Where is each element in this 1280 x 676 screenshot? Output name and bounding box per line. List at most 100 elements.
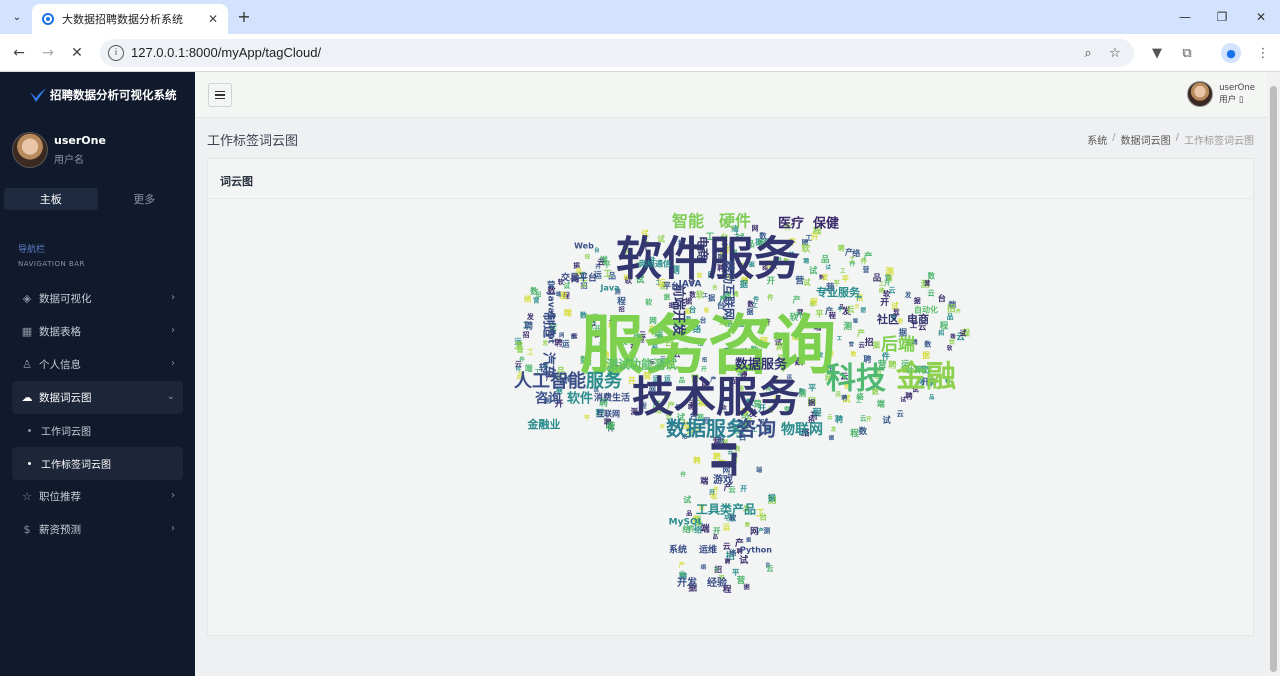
wordcloud-filler-glyph: 招 bbox=[938, 329, 944, 337]
site-info-icon[interactable]: i bbox=[108, 45, 124, 61]
sidebar-item-label: 薪资预测 bbox=[39, 524, 81, 536]
avatar[interactable] bbox=[1187, 81, 1214, 107]
sidebar-item-personal-info[interactable]: ♙ 个人信息 › bbox=[12, 348, 183, 381]
nav-header-title: 导航栏 bbox=[18, 245, 46, 255]
wordcloud-word: JAVA bbox=[677, 280, 701, 290]
breadcrumb-item[interactable]: 数据词云图 bbox=[1121, 132, 1171, 147]
stop-loading-button[interactable]: ✕ bbox=[66, 42, 88, 64]
top-bar: userOne 用户 ▯ bbox=[195, 72, 1267, 118]
wordcloud-word: 消费生活 bbox=[594, 392, 630, 404]
wordcloud-filler-glyph: 产 bbox=[793, 294, 801, 304]
wordcloud-word: 汽车 bbox=[541, 352, 557, 378]
tab-search-button[interactable]: ⌄ bbox=[6, 6, 28, 28]
wordcloud-filler-glyph: 平 bbox=[808, 383, 816, 393]
scroll-thumb[interactable] bbox=[1270, 86, 1277, 672]
tab-main[interactable]: 主板 bbox=[4, 188, 98, 210]
wordcloud-filler-glyph: 试 bbox=[683, 495, 691, 505]
minimize-button[interactable]: — bbox=[1174, 6, 1196, 28]
wordcloud-filler-glyph: 据 bbox=[829, 434, 835, 442]
wordcloud-filler-glyph: 据 bbox=[708, 294, 716, 303]
wordcloud-filler-glyph: 数 bbox=[530, 286, 539, 296]
wordcloud-filler-glyph: 产 bbox=[857, 328, 865, 338]
card-title: 词云图 bbox=[220, 175, 253, 188]
brand[interactable]: 招聘数据分析可视化系统 bbox=[0, 72, 195, 118]
wordcloud-filler-glyph: 产 bbox=[864, 250, 873, 262]
back-button[interactable]: ← bbox=[8, 42, 30, 64]
wordcloud-filler-glyph: 发 bbox=[830, 425, 837, 433]
sidebar-item-job-recommend[interactable]: ☆ 职位推荐 › bbox=[12, 480, 183, 513]
url-text[interactable]: 127.0.0.1:8000/myApp/tagCloud/ bbox=[131, 45, 321, 60]
top-username: userOne bbox=[1219, 83, 1255, 93]
sidebar-user-role: 用户名 bbox=[54, 155, 84, 166]
chevron-right-icon: › bbox=[171, 358, 175, 369]
breadcrumb-item[interactable]: 系统 bbox=[1087, 132, 1107, 147]
chevron-right-icon: › bbox=[171, 325, 175, 336]
profile-icon[interactable]: ● bbox=[1221, 43, 1241, 63]
wordcloud-filler-glyph: 件 bbox=[767, 292, 774, 301]
browser-menu-icon[interactable]: ⋮ bbox=[1252, 42, 1274, 64]
nav-header-subtitle: NAVIGATION BAR bbox=[18, 260, 85, 268]
wordcloud-filler-glyph: 聘 bbox=[725, 557, 731, 565]
top-user-menu[interactable]: userOne 用户 ▯ bbox=[1187, 81, 1255, 107]
breadcrumb-separator: / bbox=[1175, 132, 1179, 143]
close-window-button[interactable]: ✕ bbox=[1250, 6, 1272, 28]
breadcrumb-separator: / bbox=[1112, 132, 1116, 143]
menu-toggle-button[interactable] bbox=[208, 83, 232, 107]
wordcloud-word: 测试 bbox=[606, 357, 630, 372]
sidebar-subitem-job-wordcloud[interactable]: 工作词云图 bbox=[12, 414, 183, 447]
user-icon: ♙ bbox=[22, 358, 32, 371]
extensions-puzzle-icon[interactable]: ⧉ bbox=[1176, 42, 1198, 64]
wordcloud-filler-glyph: 软 bbox=[801, 242, 810, 254]
wordcloud-filler-glyph: 产 bbox=[845, 247, 853, 257]
wordcloud-filler-glyph: 台 bbox=[938, 293, 946, 303]
wordcloud-word: 移动互联网 bbox=[722, 260, 737, 320]
sidebar-username: userOne bbox=[54, 134, 106, 147]
bookmark-star-icon[interactable]: ☆ bbox=[1106, 44, 1124, 62]
address-bar[interactable]: i 127.0.0.1:8000/myApp/tagCloud/ ⌕ ☆ bbox=[100, 39, 1134, 67]
avatar[interactable] bbox=[12, 132, 48, 168]
browser-tab[interactable]: 大数据招聘数据分析系统 ✕ bbox=[32, 4, 228, 34]
wordcloud-filler-glyph: 营 bbox=[849, 341, 854, 348]
wordcloud-filler-glyph: 据 bbox=[746, 537, 751, 544]
wordcloud-word: 咨询 bbox=[736, 417, 776, 441]
wordcloud-filler-glyph: 发 bbox=[513, 340, 524, 352]
wordcloud-filler-glyph: 据 bbox=[768, 493, 776, 503]
wordcloud-filler-glyph: 云 bbox=[860, 415, 867, 423]
close-tab-icon[interactable]: ✕ bbox=[204, 10, 222, 28]
wordcloud-word: 软件 bbox=[567, 391, 593, 407]
wordcloud-filler-glyph: 据 bbox=[873, 340, 881, 350]
sidebar-item-data-visualization[interactable]: ◈ 数据可视化 › bbox=[12, 282, 183, 315]
tab-more[interactable]: 更多 bbox=[98, 188, 192, 210]
wordcloud-filler-glyph: 测 bbox=[843, 320, 852, 332]
wordcloud-word: Web bbox=[574, 242, 594, 251]
wordcloud-word: 后端 bbox=[881, 334, 915, 355]
sidebar-tabs: 主板 更多 bbox=[4, 188, 191, 210]
new-tab-button[interactable]: + bbox=[234, 6, 254, 26]
sidebar-item-data-table[interactable]: ▦ 数据表格 › bbox=[12, 315, 183, 348]
layers-icon: ◈ bbox=[22, 292, 32, 305]
wordcloud-filler-glyph: 试 bbox=[803, 278, 811, 287]
wordcloud-filler-glyph: 数 bbox=[928, 272, 936, 281]
sidebar-user: userOne 用户名 bbox=[12, 132, 106, 168]
wordcloud-word: 前端开发 bbox=[671, 284, 687, 337]
restore-button[interactable]: ❐ bbox=[1211, 6, 1233, 28]
browser-tab-strip: ⌄ 大数据招聘数据分析系统 ✕ + — ❐ ✕ bbox=[0, 0, 1280, 34]
sidebar-subitem-job-tag-wordcloud[interactable]: 工作标签词云图 bbox=[12, 447, 183, 480]
forward-button[interactable]: → bbox=[37, 42, 59, 64]
wordcloud-filler-glyph: 平 bbox=[842, 274, 850, 283]
extension-v-icon[interactable]: ▼ bbox=[1146, 42, 1168, 64]
grid-icon: ▦ bbox=[21, 325, 33, 338]
zoom-icon[interactable]: ⌕ bbox=[1079, 44, 1097, 62]
wordcloud-filler-glyph: 试 bbox=[826, 264, 832, 271]
wordcloud-word: 专业服务 bbox=[816, 285, 861, 299]
sidebar-item-salary-predict[interactable]: $ 薪资预测 › bbox=[12, 513, 183, 546]
wordcloud-word: 数据服务 bbox=[666, 417, 747, 441]
wordcloud-word: JavaScript bbox=[546, 291, 556, 344]
wordcloud-filler-glyph: 开 bbox=[866, 415, 872, 423]
wordcloud-filler-glyph: 端 bbox=[700, 475, 708, 485]
sidebar-subitem-label: 工作词云图 bbox=[41, 427, 91, 438]
wordcloud-filler-glyph: 品 bbox=[821, 254, 829, 264]
page-scrollbar[interactable] bbox=[1267, 72, 1280, 676]
wordcloud-filler-glyph: 试 bbox=[739, 554, 748, 566]
sidebar-item-wordcloud[interactable]: ☁ 数据词云图 ⌄ bbox=[12, 381, 183, 414]
